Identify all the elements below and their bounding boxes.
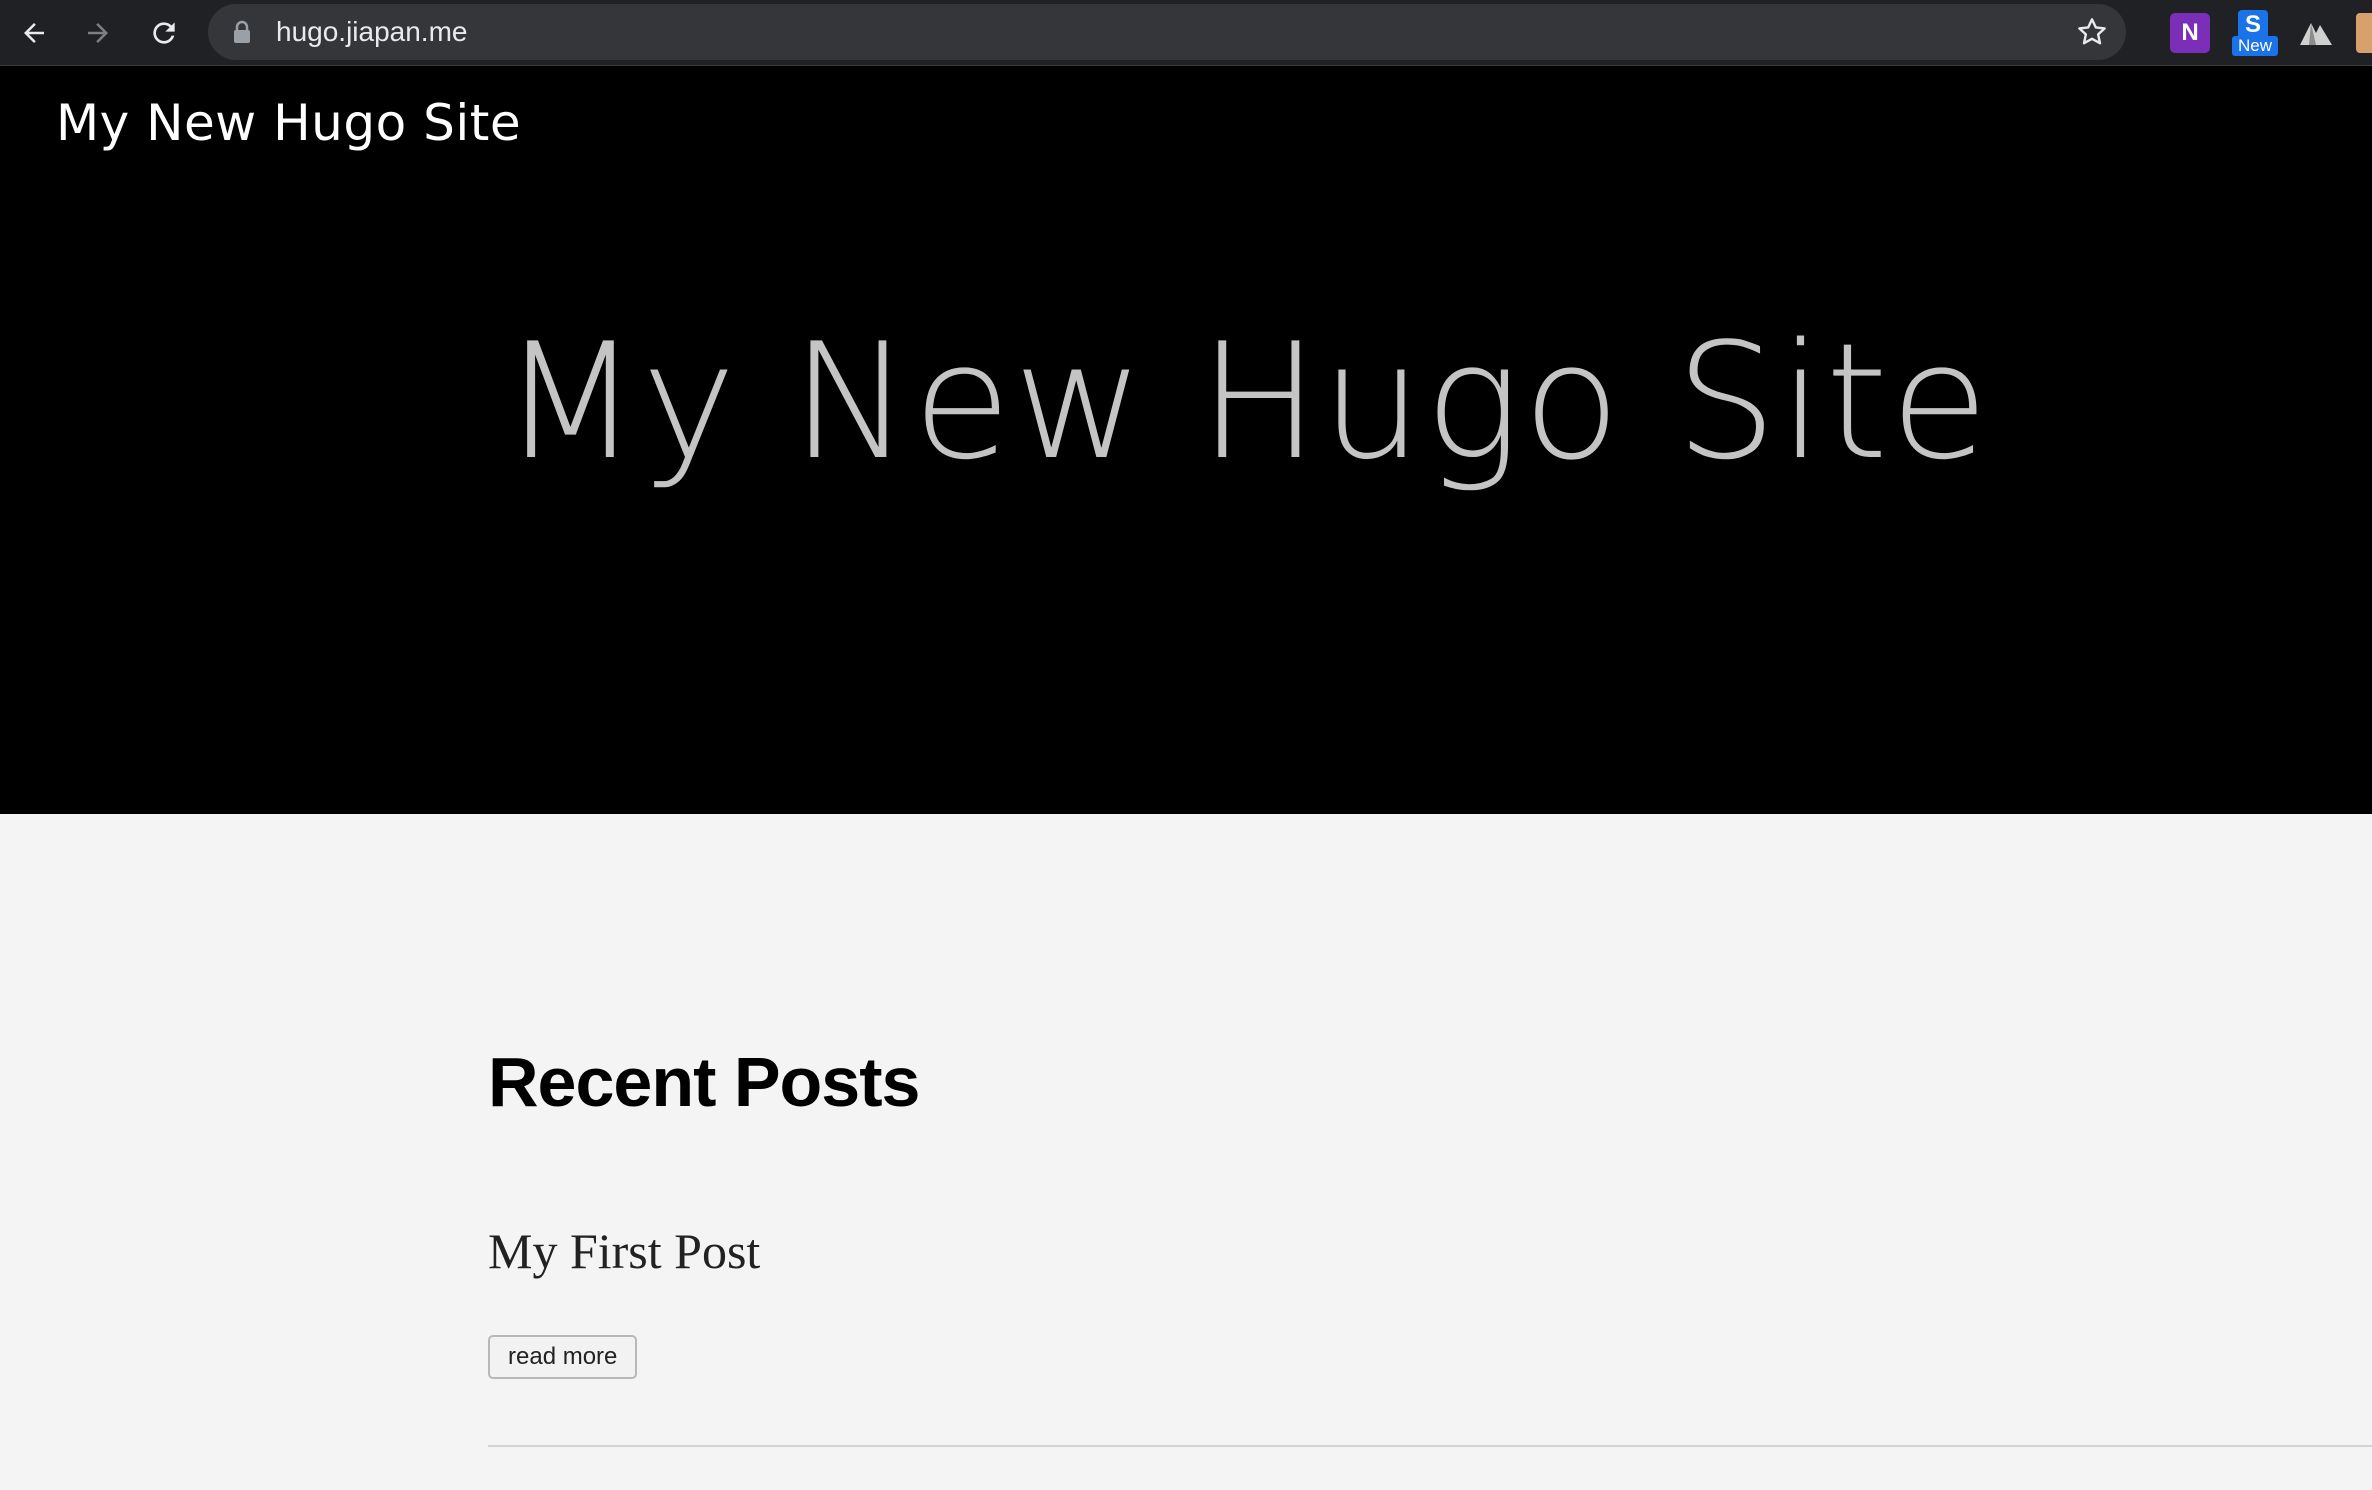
- star-icon[interactable]: [2076, 16, 2108, 48]
- onenote-icon[interactable]: N: [2170, 13, 2210, 53]
- s-extension-icon[interactable]: S New: [2232, 10, 2278, 56]
- hero-title: My New Hugo Site: [501, 308, 1991, 495]
- address-bar[interactable]: hugo.jiapan.me: [208, 4, 2126, 60]
- extensions-area: N S New: [2146, 0, 2372, 66]
- site-logo[interactable]: My New Hugo Site: [56, 94, 521, 152]
- arrow-right-icon: [88, 23, 108, 43]
- back-button[interactable]: [10, 9, 58, 57]
- forward-button[interactable]: [74, 9, 122, 57]
- read-more-button[interactable]: read more: [488, 1335, 638, 1379]
- post-title[interactable]: My First Post: [488, 1222, 760, 1280]
- new-badge: New: [2232, 36, 2278, 56]
- reload-button[interactable]: [140, 9, 188, 57]
- section-title: Recent Posts: [488, 1043, 920, 1121]
- mountain-icon[interactable]: [2296, 13, 2336, 53]
- hero-banner: My New Hugo Site My New Hugo Site: [0, 66, 2372, 814]
- divider: [488, 1445, 2372, 1447]
- avatar-extension-icon[interactable]: [2356, 13, 2372, 53]
- reload-icon: [153, 22, 175, 44]
- arrow-left-icon: [24, 23, 44, 43]
- browser-toolbar: hugo.jiapan.me N S New: [0, 0, 2372, 66]
- url-text: hugo.jiapan.me: [276, 16, 468, 47]
- lock-icon: [234, 20, 250, 43]
